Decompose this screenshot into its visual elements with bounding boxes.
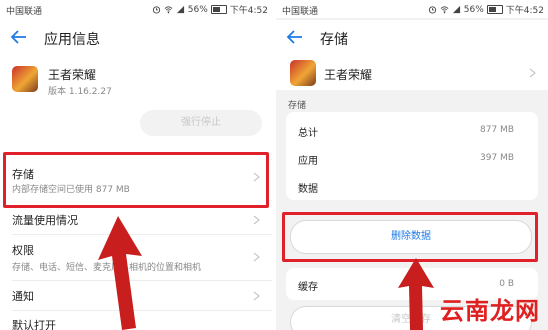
status-icons: 56% 下午4:52 <box>428 3 544 16</box>
alarm-icon <box>428 6 436 14</box>
carrier-label: 中国联通 <box>6 7 43 17</box>
storage-row-app: 应用 397 MB <box>286 144 538 172</box>
app-version: 版本 1.16.2.27 <box>48 87 112 97</box>
wifi-icon <box>164 6 173 14</box>
app-icon <box>290 60 316 86</box>
signal-icon <box>452 5 460 14</box>
wifi-icon <box>440 6 449 14</box>
open-by-default-title: 默认打开 <box>12 319 56 330</box>
notifications-title: 通知 <box>12 290 34 303</box>
storage-row-total: 总计 877 MB <box>286 116 538 144</box>
page-title: 存储 <box>320 32 348 48</box>
chevron-right-icon <box>253 252 260 262</box>
highlight-box <box>282 212 538 262</box>
chevron-right-icon <box>529 68 536 78</box>
red-arrow-icon <box>98 216 142 330</box>
app-size-value: 397 MB <box>480 153 514 163</box>
data-label: 数据 <box>298 184 318 195</box>
battery-percent: 56% <box>463 4 484 15</box>
chevron-right-icon <box>253 291 260 301</box>
back-arrow-icon[interactable] <box>286 28 304 46</box>
force-stop-button[interactable]: 强行停止 <box>140 110 262 136</box>
status-bar: 中国联通 56% 下午4:52 <box>276 0 548 18</box>
battery-percent: 56% <box>187 4 208 15</box>
storage-screen: 中国联通 56% 下午4:52 存储 王者荣耀 存储 总计 877 MB 应用 … <box>276 0 548 330</box>
app-icon <box>12 66 38 92</box>
app-size-label: 应用 <box>298 156 318 167</box>
highlight-box <box>3 152 269 208</box>
back-arrow-icon[interactable] <box>10 28 28 46</box>
carrier-label: 中国联通 <box>282 7 319 17</box>
app-bar: 存储 <box>276 20 548 56</box>
clock: 下午4:52 <box>229 6 268 16</box>
page-title: 应用信息 <box>44 32 100 48</box>
signal-icon <box>176 5 184 14</box>
total-label: 总计 <box>298 128 318 139</box>
app-name: 王者荣耀 <box>48 68 97 82</box>
watermark: 云南龙网 <box>440 297 540 325</box>
app-name: 王者荣耀 <box>324 68 373 82</box>
battery-icon <box>210 5 227 14</box>
section-header-storage: 存储 <box>288 101 307 111</box>
status-icons: 56% 下午4:52 <box>152 3 268 16</box>
cache-label: 缓存 <box>298 282 318 293</box>
app-bar: 应用信息 <box>0 20 272 56</box>
clock: 下午4:52 <box>505 6 544 16</box>
status-bar: 中国联通 56% 下午4:52 <box>0 0 272 18</box>
app-header-row[interactable]: 王者荣耀 <box>276 56 548 90</box>
storage-card: 总计 877 MB 应用 397 MB 数据 <box>286 112 538 200</box>
data-usage-title: 流量使用情况 <box>12 214 78 227</box>
alarm-icon <box>152 6 160 14</box>
cache-value: 0 B <box>499 279 514 289</box>
total-value: 877 MB <box>480 125 514 135</box>
chevron-right-icon <box>253 215 260 225</box>
red-arrow-icon <box>398 258 434 330</box>
app-info-screen: 中国联通 56% 下午4:52 应用信息 王者荣耀 版本 1.16.2.27 强… <box>0 0 272 330</box>
storage-row-data: 数据 <box>286 172 538 200</box>
permissions-title: 权限 <box>12 244 34 257</box>
battery-icon <box>486 5 503 14</box>
